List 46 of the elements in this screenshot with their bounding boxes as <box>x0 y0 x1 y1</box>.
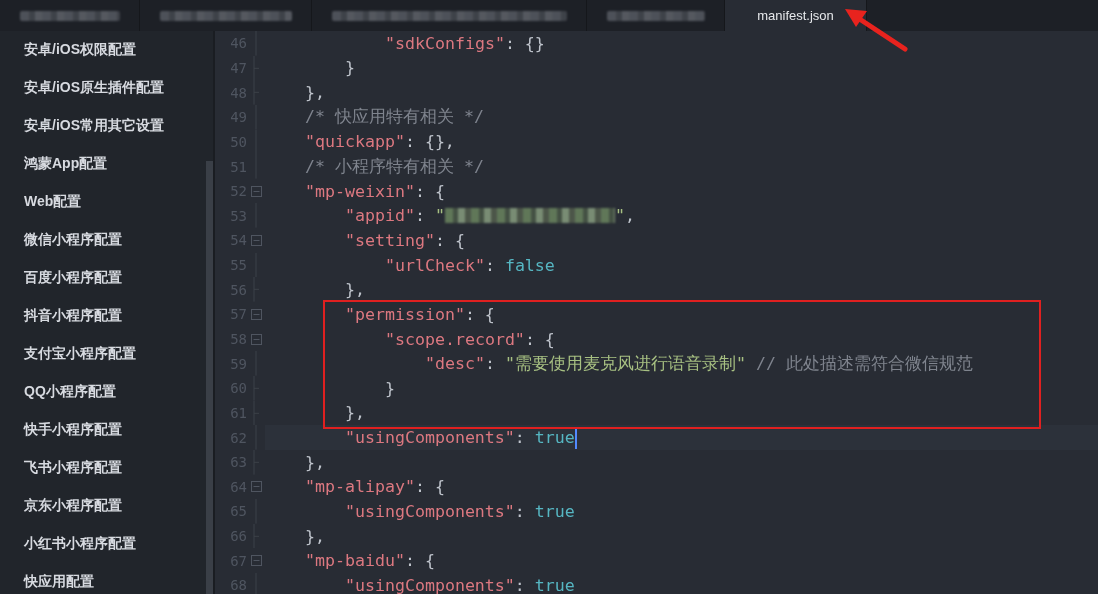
code-line: "quickapp": {}, <box>304 131 456 154</box>
file-tab[interactable]: manifest.json <box>725 0 867 31</box>
code-line: "permission": { <box>344 303 496 326</box>
fold-toggle-icon[interactable] <box>250 234 262 246</box>
text-cursor <box>574 426 577 449</box>
sidebar-item[interactable]: 微信小程序配置 <box>24 221 205 259</box>
code-line: "mp-baidu": { <box>304 550 436 573</box>
code-line: "sdkConfigs": {} <box>384 32 546 55</box>
sidebar-item[interactable]: 安卓/iOS原生插件配置 <box>24 69 205 107</box>
fold-toggle-icon[interactable] <box>250 333 262 345</box>
scrollbar-thumb[interactable] <box>206 161 213 594</box>
code-line: "mp-alipay": { <box>304 476 446 499</box>
code-line: "usingComponents": true <box>344 574 576 594</box>
code-line: /* 小程序特有相关 */ <box>304 155 485 178</box>
sidebar-item[interactable]: QQ小程序配置 <box>24 373 205 411</box>
code-line: "usingComponents": true <box>344 501 576 523</box>
sidebar-item[interactable]: 鸿蒙App配置 <box>24 145 205 183</box>
fold-toggle-icon[interactable] <box>250 308 262 320</box>
sidebar-item[interactable]: 快应用配置 <box>24 563 205 594</box>
code-line: }, <box>304 451 326 474</box>
code-line: "scope.record": { <box>384 328 556 351</box>
sidebar-item[interactable]: Web配置 <box>24 183 205 221</box>
sidebar-item[interactable]: 京东小程序配置 <box>24 487 205 525</box>
sidebar-item[interactable]: 安卓/iOS权限配置 <box>24 31 205 69</box>
code-line: }, <box>344 279 366 302</box>
sidebar-item[interactable]: 支付宝小程序配置 <box>24 335 205 373</box>
code-line: }, <box>304 525 326 548</box>
code-line: "setting": { <box>344 229 466 252</box>
sidebar-item[interactable]: 快手小程序配置 <box>24 411 205 449</box>
code-line: /* 快应用特有相关 */ <box>304 106 485 129</box>
sidebar-item[interactable]: 小红书小程序配置 <box>24 525 205 563</box>
sidebar-item[interactable]: 飞书小程序配置 <box>24 449 205 487</box>
code-line: "urlCheck": false <box>384 254 556 277</box>
code-line: }, <box>304 82 326 105</box>
code-line: } <box>384 377 396 400</box>
fold-toggle-icon[interactable] <box>250 555 262 567</box>
fold-toggle-icon[interactable] <box>250 185 262 197</box>
code-line: } <box>344 57 356 80</box>
sidebar-item[interactable]: 安卓/iOS常用其它设置 <box>24 107 205 145</box>
sidebar-item[interactable]: 抖音小程序配置 <box>24 297 205 335</box>
fold-toggle-icon[interactable] <box>250 481 262 493</box>
code-line: "mp-weixin": { <box>304 180 446 203</box>
code-line: "appid": " ", <box>344 205 636 228</box>
code-line: "desc": "需要使用麦克风进行语音录制" // 此处描述需符合微信规范 <box>424 352 974 376</box>
sidebar-item[interactable]: 百度小程序配置 <box>24 259 205 297</box>
code-line: }, <box>344 402 366 425</box>
